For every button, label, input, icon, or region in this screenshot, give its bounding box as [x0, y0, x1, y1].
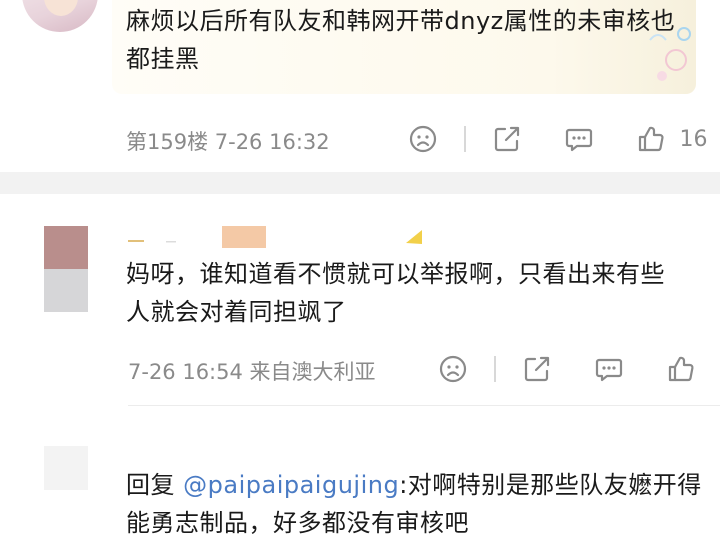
action-divider: [464, 126, 466, 152]
comment-meta: 第159楼 7-26 16:32: [126, 130, 330, 154]
username-redacted: [128, 226, 422, 248]
comment-text: 麻烦以后所有队友和韩网开带dnyz属性的未审核也都挂黑: [126, 7, 676, 73]
comment-text: 妈呀，谁知道看不惯就可以举报啊，只看出来有些人就会对着同担飒了: [126, 260, 665, 326]
comment-icon[interactable]: [562, 122, 596, 156]
comment-thread: 麻烦以后所有队友和韩网开带dnyz属性的未审核也都挂黑 第159楼 7-26 1…: [0, 0, 720, 557]
like-count: 16: [679, 126, 708, 152]
comment-icon[interactable]: [592, 352, 626, 386]
thumbs-up-icon[interactable]: [634, 122, 668, 156]
avatar[interactable]: [44, 226, 88, 312]
comment-actions: 16: [406, 122, 708, 156]
sad-face-icon[interactable]: [436, 352, 470, 386]
share-icon[interactable]: [520, 352, 554, 386]
comment-meta: 7-26 16:54 来自澳大利亚: [128, 360, 376, 384]
comment-divider: [128, 405, 720, 406]
sad-face-icon[interactable]: [406, 122, 440, 156]
avatar[interactable]: [22, 0, 98, 32]
reply-prefix: 回复: [126, 471, 184, 499]
action-divider: [494, 356, 496, 382]
comment-actions: [436, 352, 698, 386]
comment-item: 麻烦以后所有队友和韩网开带dnyz属性的未审核也都挂黑 第159楼 7-26 1…: [0, 0, 720, 172]
section-divider: [0, 172, 720, 194]
share-icon[interactable]: [490, 122, 524, 156]
thumbs-up-icon[interactable]: [664, 352, 698, 386]
avatar[interactable]: [44, 446, 88, 490]
mention-link[interactable]: @paipaipaigujing: [183, 471, 399, 499]
comment-text: 回复 @paipaipaigujing:对啊特别是那些队友嬷开得能勇志制品，好多…: [126, 466, 706, 542]
